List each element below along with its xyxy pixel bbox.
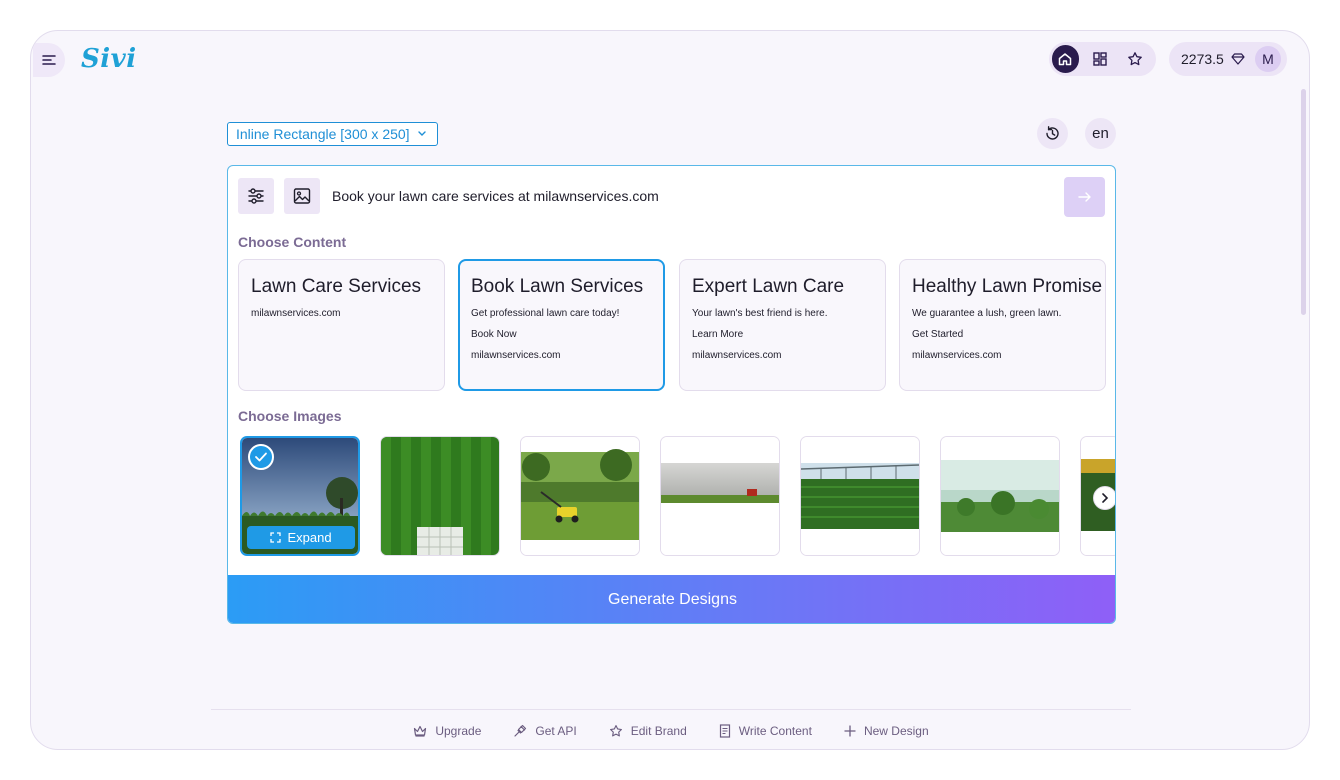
check-icon xyxy=(255,452,267,462)
sivi-logo: Sivi xyxy=(81,44,137,74)
card-line: Get professional lawn care today! xyxy=(471,308,620,319)
plus-icon xyxy=(844,725,856,737)
chevron-down-icon xyxy=(417,131,427,137)
credits-value: 2273.5 xyxy=(1181,51,1224,67)
diamond-icon xyxy=(1231,53,1245,65)
footer-divider xyxy=(211,709,1131,710)
edit-brand-link[interactable]: Edit Brand xyxy=(609,724,687,738)
grid-icon xyxy=(1093,52,1107,66)
lawn-mower-photo xyxy=(521,437,639,555)
menu-icon xyxy=(42,55,56,65)
prompt-input[interactable]: Book your lawn care services at milawnse… xyxy=(332,188,659,204)
crown-icon xyxy=(414,725,427,737)
card-line: We guarantee a lush, green lawn. xyxy=(912,308,1062,319)
content-card[interactable]: Expert Lawn Care Your lawn's best friend… xyxy=(679,259,886,391)
chevron-right-icon xyxy=(1102,493,1109,503)
choose-images-title: Choose Images xyxy=(238,408,342,424)
menu-button[interactable] xyxy=(33,43,65,77)
ad-size-dropdown[interactable]: Inline Rectangle [300 x 250] xyxy=(227,122,438,146)
image-thumbnail[interactable] xyxy=(660,436,780,556)
expand-button[interactable]: Expand xyxy=(247,526,355,549)
irrigation-field-photo xyxy=(801,437,919,555)
card-line: milawnservices.com xyxy=(912,350,1002,361)
selected-check[interactable] xyxy=(248,444,274,470)
arrow-right-icon xyxy=(1077,192,1091,202)
history-button[interactable] xyxy=(1037,118,1068,149)
upgrade-link[interactable]: Upgrade xyxy=(413,724,481,738)
new-design-label: New Design xyxy=(863,724,929,738)
card-line: milawnservices.com xyxy=(692,350,782,361)
image-thumbnail[interactable] xyxy=(940,436,1060,556)
choose-content-title: Choose Content xyxy=(238,234,347,250)
card-title: Healthy Lawn Promise xyxy=(912,276,1103,297)
card-line: Book Now xyxy=(471,329,517,340)
edit-brand-label: Edit Brand xyxy=(630,724,687,738)
image-upload-button[interactable] xyxy=(284,178,320,214)
content-card[interactable]: Lawn Care Services milawnservices.com xyxy=(238,259,445,391)
write-content-label: Write Content xyxy=(738,724,812,738)
favorites-button[interactable] xyxy=(1121,45,1148,73)
submit-prompt-button[interactable] xyxy=(1064,177,1105,217)
get-api-label: Get API xyxy=(535,724,577,738)
card-line: Learn More xyxy=(692,329,744,340)
content-card-selected[interactable]: Book Lawn Services Get professional lawn… xyxy=(458,259,665,391)
star-icon xyxy=(1127,52,1142,66)
write-content-link[interactable]: Write Content xyxy=(719,724,812,738)
foggy-lawn-photo xyxy=(661,437,779,555)
card-line: Your lawn's best friend is here. xyxy=(692,308,828,319)
ad-size-value: Inline Rectangle [300 x 250] xyxy=(236,126,410,142)
image-thumbnail[interactable] xyxy=(800,436,920,556)
upgrade-label: Upgrade xyxy=(435,724,482,738)
sliders-icon xyxy=(248,188,264,204)
card-line: milawnservices.com xyxy=(471,350,561,361)
get-api-link[interactable]: Get API xyxy=(513,724,577,738)
app-window: Sivi 2273.5 M Inline Rectangle [300 x 25… xyxy=(30,30,1310,750)
star-icon xyxy=(609,725,622,737)
striped-lawn-photo xyxy=(381,437,499,555)
image-thumbnail-selected[interactable]: Expand xyxy=(240,436,360,556)
new-design-link[interactable]: New Design xyxy=(844,724,929,738)
seedlings-photo xyxy=(941,437,1059,555)
language-button[interactable]: en xyxy=(1085,118,1116,149)
card-title: Expert Lawn Care xyxy=(692,276,845,297)
card-line: milawnservices.com xyxy=(251,308,341,319)
image-icon xyxy=(293,188,311,204)
plug-icon xyxy=(514,724,527,737)
image-thumbnail[interactable] xyxy=(380,436,500,556)
generate-designs-button[interactable]: Generate Designs xyxy=(228,575,1115,623)
content-card[interactable]: Healthy Lawn Promise We guarantee a lush… xyxy=(899,259,1106,391)
home-button[interactable] xyxy=(1052,45,1079,73)
scrollbar[interactable] xyxy=(1301,89,1306,315)
document-icon xyxy=(719,724,730,738)
templates-button[interactable] xyxy=(1087,45,1114,73)
footer-nav: Upgrade Get API Edit Brand Write Content… xyxy=(31,721,1309,741)
history-icon xyxy=(1046,126,1059,140)
home-icon xyxy=(1059,53,1072,66)
image-thumbnail[interactable] xyxy=(520,436,640,556)
card-title: Lawn Care Services xyxy=(251,276,422,297)
card-title: Book Lawn Services xyxy=(471,276,644,297)
settings-button[interactable] xyxy=(238,178,274,214)
expand-label: Expand xyxy=(287,530,332,545)
avatar[interactable]: M xyxy=(1255,46,1281,72)
top-nav xyxy=(1049,42,1156,76)
expand-icon xyxy=(270,532,282,543)
generator-panel: Book your lawn care services at milawnse… xyxy=(227,165,1116,624)
card-line: Get Started xyxy=(912,329,964,340)
images-next-button[interactable] xyxy=(1093,486,1115,510)
